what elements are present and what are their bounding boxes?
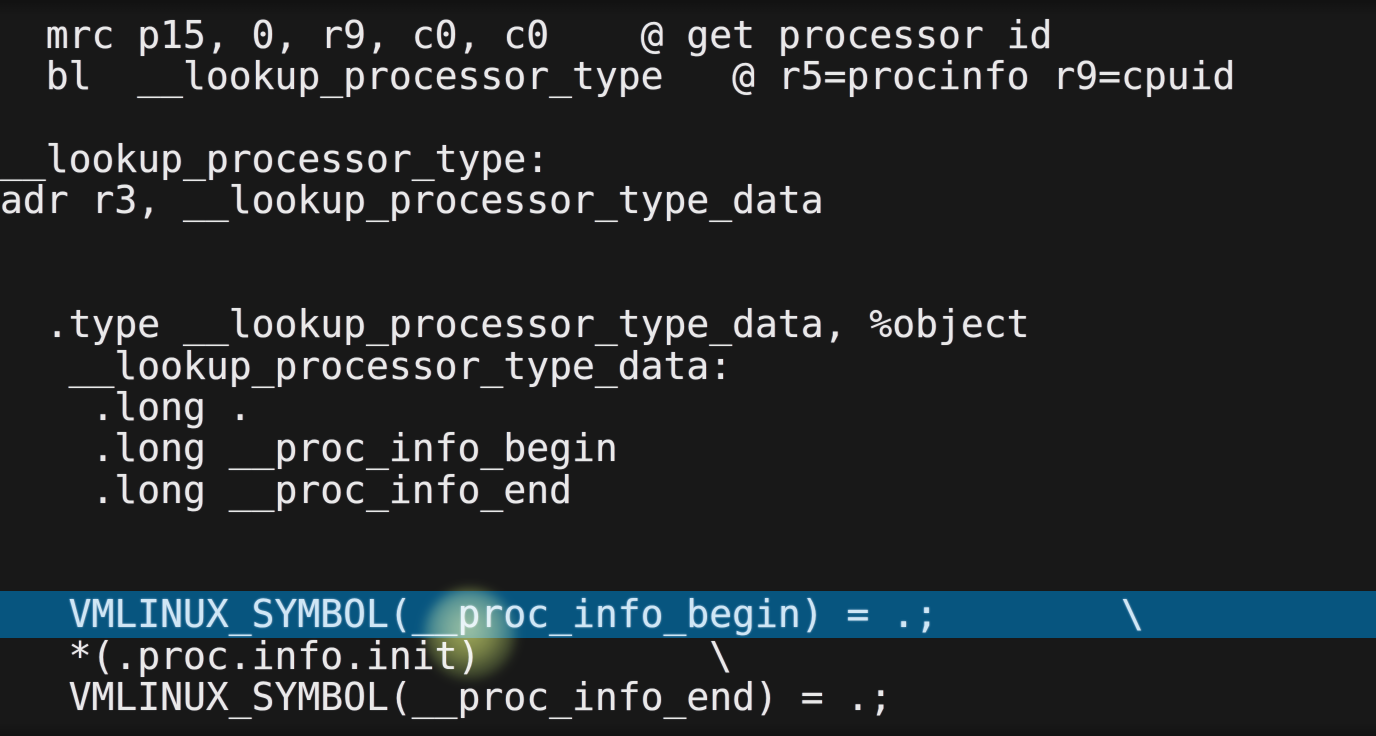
code-line[interactable] <box>0 552 1376 593</box>
code-line[interactable]: .type __lookup_processor_type_data, %obj… <box>0 304 1376 345</box>
code-line-text: VMLINUX_SYMBOL(__proc_info_begin) = .; \ <box>0 592 1144 636</box>
code-line[interactable]: mrc p15, 0, r9, c0, c0 @ get processor i… <box>0 15 1376 56</box>
code-line[interactable]: bl __lookup_processor_type @ r5=procinfo… <box>0 56 1376 97</box>
code-line[interactable]: __lookup_processor_type: <box>0 139 1376 180</box>
code-line[interactable]: .long __proc_info_begin <box>0 428 1376 469</box>
code-line-text: .long __proc_info_begin <box>0 426 618 470</box>
code-line[interactable]: adr r3, __lookup_processor_type_data <box>0 180 1376 221</box>
code-line-highlighted[interactable]: VMLINUX_SYMBOL(__proc_info_begin) = .; \ <box>0 594 1376 635</box>
code-line-text: .type __lookup_processor_type_data, %obj… <box>0 302 1030 346</box>
code-line-text: adr r3, __lookup_processor_type_data <box>0 178 824 222</box>
code-line-text: bl __lookup_processor_type @ r5=procinfo… <box>0 54 1236 98</box>
code-line-text: __lookup_processor_type: <box>0 137 550 181</box>
code-viewer-screen: mrc p15, 0, r9, c0, c0 @ get processor i… <box>0 0 1376 736</box>
code-line[interactable]: VMLINUX_SYMBOL(__proc_info_end) = .; <box>0 677 1376 718</box>
code-line-text: mrc p15, 0, r9, c0, c0 @ get processor i… <box>0 13 1053 57</box>
code-line-text: VMLINUX_SYMBOL(__proc_info_end) = .; <box>0 675 893 719</box>
code-line[interactable]: __lookup_processor_type_data: <box>0 346 1376 387</box>
code-line-text: *(.proc.info.init) \ <box>0 634 733 678</box>
code-line-text: .long __proc_info_end <box>0 468 572 512</box>
code-line[interactable] <box>0 511 1376 552</box>
code-text-area[interactable]: mrc p15, 0, r9, c0, c0 @ get processor i… <box>0 0 1376 736</box>
code-line[interactable] <box>0 97 1376 138</box>
code-line-text: .long . <box>0 385 252 429</box>
code-line[interactable]: *(.proc.info.init) \ <box>0 636 1376 677</box>
code-line[interactable]: .long . <box>0 387 1376 428</box>
code-line[interactable] <box>0 262 1376 303</box>
code-line[interactable] <box>0 221 1376 262</box>
code-line-text: __lookup_processor_type_data: <box>0 344 733 388</box>
code-line[interactable]: .long __proc_info_end <box>0 470 1376 511</box>
